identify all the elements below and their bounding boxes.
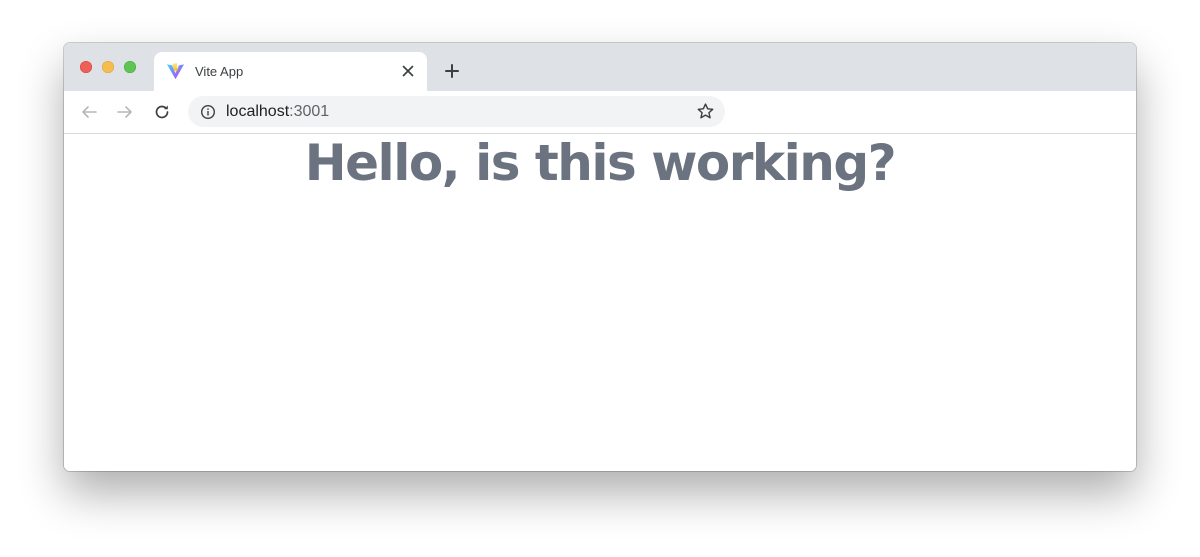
info-icon[interactable]	[200, 104, 216, 120]
address-bar[interactable]: localhost:3001	[188, 96, 725, 127]
browser-window: Vite App localhost:3001 Hello, is this w…	[64, 43, 1136, 471]
url-host: localhost	[226, 103, 290, 120]
tab-strip: Vite App	[64, 43, 1136, 91]
tab-close-icon[interactable]	[399, 62, 417, 80]
plus-icon	[445, 64, 459, 78]
page-heading: Hello, is this working?	[304, 134, 897, 192]
window-minimize-button[interactable]	[102, 61, 114, 73]
reload-button[interactable]	[150, 100, 174, 124]
bookmark-star-icon[interactable]	[696, 102, 715, 121]
back-button[interactable]	[77, 100, 101, 124]
vite-logo-icon	[166, 62, 185, 80]
browser-toolbar: localhost:3001	[64, 91, 1136, 134]
url-port: :3001	[289, 103, 330, 120]
window-maximize-button[interactable]	[124, 61, 136, 73]
forward-button[interactable]	[113, 100, 137, 124]
window-close-button[interactable]	[80, 61, 92, 73]
page-content: Hello, is this working?	[64, 134, 1136, 471]
reload-icon	[155, 105, 169, 119]
url-text[interactable]: localhost:3001	[226, 103, 329, 121]
tab-title: Vite App	[195, 64, 244, 79]
arrow-left-icon	[82, 106, 97, 118]
new-tab-button[interactable]	[440, 59, 464, 83]
arrow-right-icon	[117, 106, 132, 118]
tab-vite-app[interactable]: Vite App	[154, 52, 427, 91]
